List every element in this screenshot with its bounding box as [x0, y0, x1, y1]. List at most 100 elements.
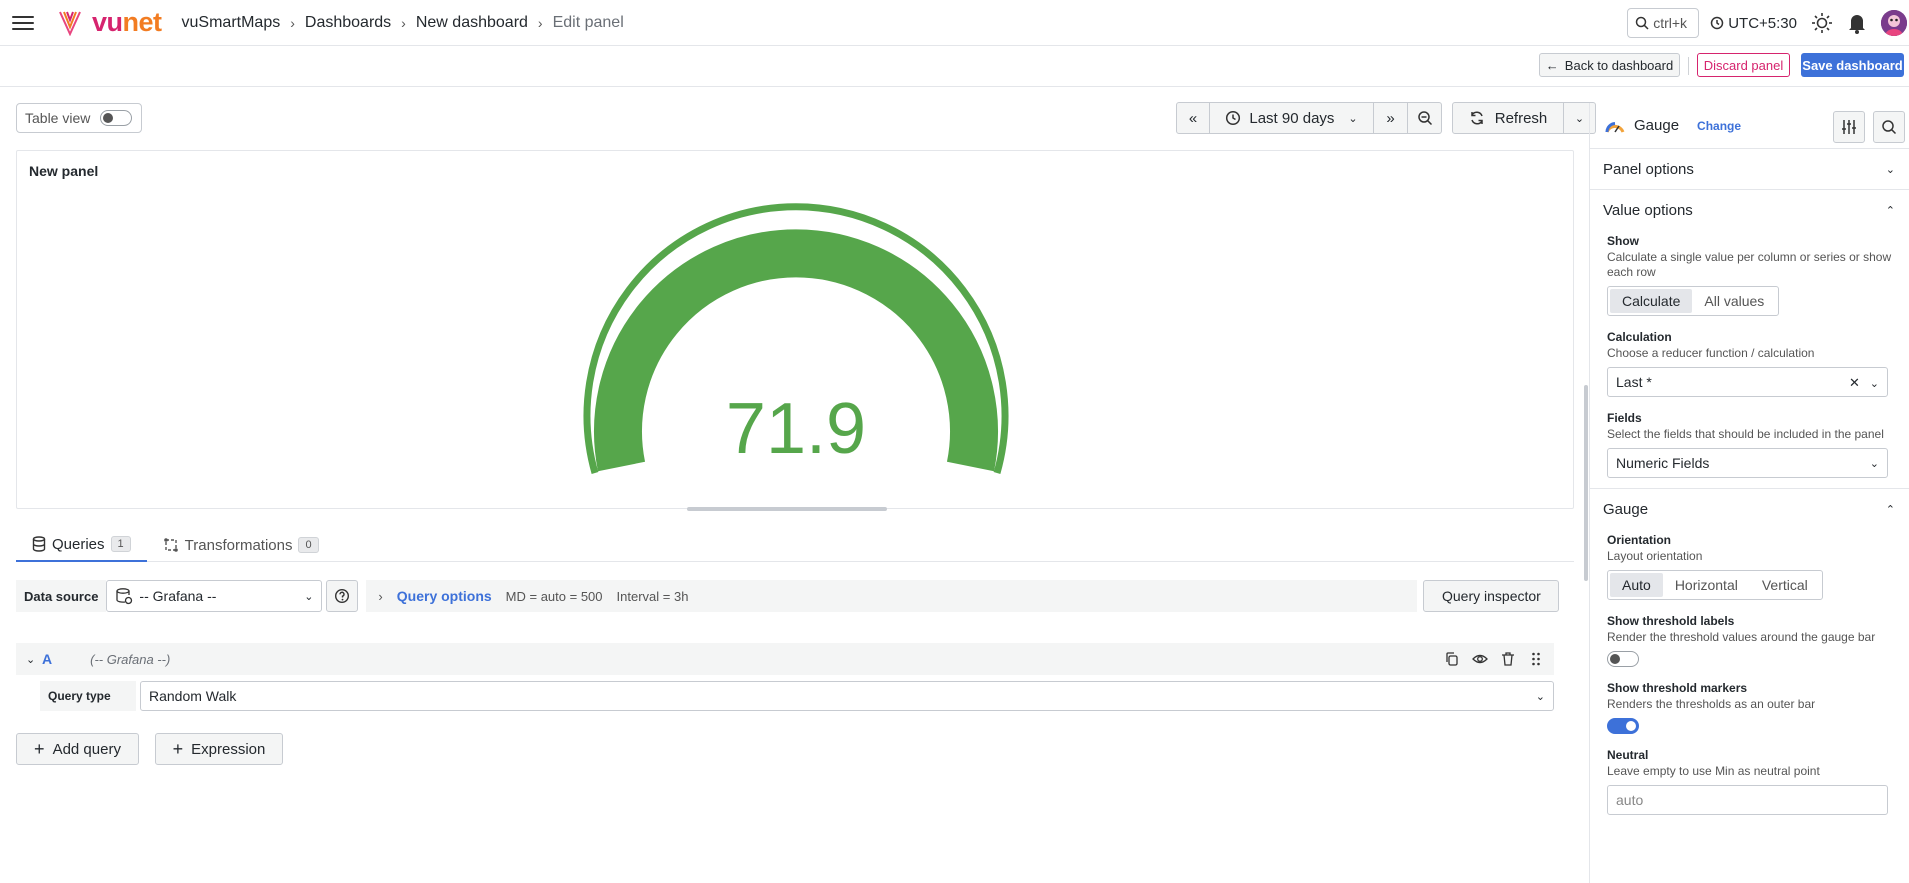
collapse-chevron-icon[interactable]: ⌄ — [26, 653, 35, 666]
chevron-down-icon: ⌄ — [304, 590, 314, 603]
threshold-markers-description: Renders the thresholds as an outer bar — [1607, 697, 1816, 711]
fields-description: Select the fields that should be include… — [1607, 427, 1884, 441]
tab-queries[interactable]: Queries 1 — [16, 528, 147, 562]
data-source-select[interactable]: -- Grafana -- ⌄ — [106, 580, 323, 612]
table-view-label: Table view — [25, 110, 91, 126]
gauge-icon — [1605, 121, 1625, 133]
transform-icon — [163, 538, 178, 552]
query-inspector-button[interactable]: Query inspector — [1423, 580, 1560, 612]
gauge-section-header[interactable]: Gauge ⌃ — [1590, 489, 1909, 529]
breadcrumb: vuSmartMaps › Dashboards › New dashboard… — [182, 14, 624, 32]
divider — [1688, 57, 1689, 75]
show-radio-group: Calculate All values — [1607, 286, 1780, 316]
clock-icon — [1710, 16, 1724, 30]
table-view-toggle[interactable]: Table view — [16, 103, 142, 133]
neutral-input[interactable]: auto — [1607, 785, 1888, 815]
expression-label: Expression — [191, 740, 266, 758]
trash-icon[interactable] — [1500, 651, 1516, 667]
search-shortcut: ctrl+k — [1653, 15, 1688, 31]
show-option-calculate[interactable]: Calculate — [1610, 289, 1693, 313]
theme-sun-icon[interactable] — [1811, 12, 1833, 34]
editor-tabs: Queries 1 Transformations 0 — [16, 528, 1574, 562]
options-toggle-button[interactable] — [1833, 111, 1865, 143]
time-range-controls: « Last 90 days ⌄ » Refresh ⌄ — [1176, 102, 1596, 134]
bell-icon[interactable] — [1847, 12, 1867, 34]
menu-icon[interactable] — [12, 15, 34, 30]
query-options-bar: Data source -- Grafana -- ⌄ › Query opti… — [16, 580, 1574, 612]
time-range-picker[interactable]: Last 90 days ⌄ — [1210, 102, 1374, 134]
value-options-section: Value options ⌃ Show Calculate a single … — [1590, 190, 1909, 489]
breadcrumb-item[interactable]: Dashboards — [305, 14, 391, 32]
query-options-link[interactable]: Query options — [397, 588, 492, 604]
show-option-all-values[interactable]: All values — [1692, 289, 1776, 313]
data-source-help-button[interactable] — [326, 580, 359, 612]
search-options-button[interactable] — [1873, 111, 1905, 143]
refresh-button[interactable]: Refresh — [1452, 102, 1564, 134]
orientation-option-vertical[interactable]: Vertical — [1750, 573, 1820, 597]
query-options-row[interactable]: › Query options MD = auto = 500 Interval… — [366, 580, 1418, 612]
threshold-markers-switch[interactable] — [1607, 718, 1639, 734]
logo-text-net: net — [122, 7, 163, 37]
avatar[interactable] — [1881, 10, 1907, 36]
grafana-datasource-icon — [116, 588, 133, 605]
orientation-option-auto[interactable]: Auto — [1610, 573, 1663, 597]
calculation-select[interactable]: Last * ✕ ⌄ — [1607, 367, 1888, 397]
threshold-labels-switch[interactable] — [1607, 651, 1639, 667]
edit-toolbar: ← Back to dashboard Discard panel Save d… — [0, 47, 1909, 87]
interval-info: Interval = 3h — [616, 588, 689, 604]
duplicate-icon[interactable] — [1444, 651, 1460, 667]
save-dashboard-button[interactable]: Save dashboard — [1801, 53, 1904, 77]
time-forward-button[interactable]: » — [1374, 102, 1408, 134]
discard-panel-button[interactable]: Discard panel — [1697, 53, 1790, 77]
query-datasource-name: (-- Grafana --) — [90, 651, 171, 667]
orientation-option-horizontal[interactable]: Horizontal — [1663, 573, 1750, 597]
tab-transformations-label: Transformations — [184, 536, 293, 554]
panel-options-header[interactable]: Panel options ⌄ — [1590, 149, 1909, 189]
tab-transformations[interactable]: Transformations 0 — [147, 528, 335, 562]
add-query-button[interactable]: + Add query — [16, 733, 139, 765]
neutral-field: Neutral Leave empty to use Min as neutra… — [1590, 744, 1909, 825]
add-expression-button[interactable]: + Expression — [155, 733, 283, 765]
show-label: Show — [1607, 234, 1639, 248]
query-type-select[interactable]: Random Walk ⌄ — [140, 681, 1554, 711]
main-scrollbar[interactable] — [1584, 385, 1588, 581]
plus-icon: + — [34, 738, 45, 759]
search-button[interactable]: ctrl+k — [1627, 8, 1700, 38]
arrow-left-icon: ← — [1545, 57, 1559, 73]
chevrons-left-icon: « — [1188, 109, 1198, 127]
logo[interactable]: vunet — [58, 7, 162, 38]
sliders-icon — [1842, 120, 1856, 134]
query-ref-id[interactable]: A — [42, 651, 52, 667]
plus-icon: + — [172, 738, 184, 759]
query-type-row: Query type Random Walk ⌄ — [40, 681, 1554, 711]
chevron-up-icon: ⌃ — [1885, 204, 1895, 217]
time-back-button[interactable]: « — [1176, 102, 1210, 134]
table-view-switch[interactable] — [100, 110, 133, 126]
query-row-header[interactable]: ⌄ A (-- Grafana --) — [16, 643, 1554, 675]
value-options-header[interactable]: Value options ⌃ — [1590, 190, 1909, 230]
chevron-right-icon: › — [378, 588, 383, 604]
fields-value: Numeric Fields — [1616, 455, 1710, 471]
breadcrumb-item[interactable]: New dashboard — [416, 14, 528, 32]
breadcrumb-current: Edit panel — [552, 13, 624, 31]
breadcrumb-item[interactable]: vuSmartMaps — [182, 14, 281, 32]
drag-handle-icon[interactable] — [1528, 651, 1544, 667]
gauge-section-title: Gauge — [1603, 500, 1649, 518]
refresh-label: Refresh — [1494, 109, 1548, 127]
zoom-out-button[interactable] — [1408, 102, 1442, 134]
top-bar: vunet vuSmartMaps › Dashboards › New das… — [0, 0, 1909, 46]
clear-icon[interactable]: ✕ — [1849, 375, 1860, 390]
chevrons-right-icon: » — [1386, 109, 1395, 127]
back-label: Back to dashboard — [1564, 57, 1674, 73]
show-field: Show Calculate a single value per column… — [1590, 230, 1909, 326]
panel-resize-handle[interactable] — [687, 507, 887, 511]
chevron-down-icon: ⌄ — [1869, 457, 1879, 470]
timezone-button[interactable]: UTC+5:30 — [1710, 15, 1797, 32]
gauge-value: 71.9 — [726, 389, 866, 469]
fields-select[interactable]: Numeric Fields ⌄ — [1607, 448, 1888, 478]
breadcrumb-separator-icon: › — [290, 14, 295, 31]
chevron-down-icon: ⌄ — [1885, 163, 1895, 176]
back-to-dashboard-button[interactable]: ← Back to dashboard — [1539, 53, 1680, 77]
change-visualization-link[interactable]: Change — [1697, 119, 1741, 133]
eye-icon[interactable] — [1472, 651, 1488, 667]
